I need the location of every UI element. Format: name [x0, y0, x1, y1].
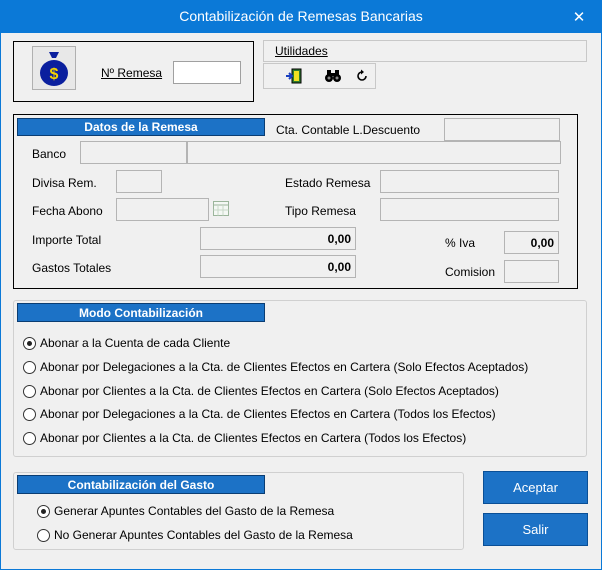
gastos-totales-input[interactable]: 0,00 — [200, 255, 356, 278]
fecha-abono-label: Fecha Abono — [32, 204, 103, 218]
tipo-remesa-label: Tipo Remesa — [285, 204, 356, 218]
refresh-icon[interactable] — [351, 65, 373, 87]
binoculars-icon[interactable] — [322, 65, 344, 87]
modo-option-label: Abonar por Clientes a la Cta. de Cliente… — [40, 431, 467, 445]
modo-option-label: Abonar por Delegaciones a la Cta. de Cli… — [40, 360, 529, 374]
calendar-icon[interactable] — [212, 199, 230, 217]
estado-label: Estado Remesa — [285, 176, 371, 190]
comision-input[interactable] — [504, 260, 559, 283]
importe-total-label: Importe Total — [32, 233, 102, 247]
iva-label: % Iva — [445, 236, 476, 250]
modo-option-label: Abonar por Clientes a la Cta. de Cliente… — [40, 384, 499, 398]
radio-button[interactable] — [23, 360, 36, 374]
window-title: Contabilización de Remesas Bancarias — [179, 8, 423, 24]
comision-label: Comision — [445, 265, 496, 279]
importe-total-input[interactable]: 0,00 — [200, 227, 356, 250]
fecha-abono-input[interactable] — [116, 198, 209, 221]
salir-button[interactable]: Salir — [483, 513, 588, 546]
gasto-option-1[interactable]: No Generar Apuntes Contables del Gasto d… — [37, 528, 353, 542]
datos-remesa-title: Datos de la Remesa — [17, 118, 265, 136]
aceptar-button[interactable]: Aceptar — [483, 471, 588, 504]
utilidades-menu[interactable]: Utilidades — [263, 40, 587, 62]
estado-input[interactable] — [380, 170, 559, 193]
radio-button[interactable] — [23, 384, 36, 398]
gasto-option-0[interactable]: Generar Apuntes Contables del Gasto de l… — [37, 504, 334, 518]
remesa-label: Nº Remesa — [101, 66, 163, 80]
radio-button[interactable] — [23, 431, 36, 445]
money-bag-icon: $ — [32, 46, 76, 90]
exit-door-icon[interactable] — [283, 65, 305, 87]
tipo-remesa-input[interactable] — [380, 198, 559, 221]
cta-contable-input[interactable] — [444, 118, 560, 141]
utilidades-label: Utilidades — [275, 44, 328, 58]
modo-option-4[interactable]: Abonar por Clientes a la Cta. de Cliente… — [23, 431, 466, 445]
svg-text:$: $ — [50, 66, 59, 83]
gasto-title: Contabilización del Gasto — [17, 475, 265, 494]
modo-option-1[interactable]: Abonar por Delegaciones a la Cta. de Cli… — [23, 360, 528, 374]
close-button[interactable]: ✕ — [556, 0, 602, 33]
window-frame-left — [0, 33, 1, 570]
gasto-option-label: Generar Apuntes Contables del Gasto de l… — [54, 504, 335, 518]
radio-button[interactable] — [23, 336, 36, 350]
iva-input[interactable]: 0,00 — [504, 231, 559, 254]
cta-contable-label: Cta. Contable L.Descuento — [276, 123, 421, 137]
modo-option-label: Abonar a la Cuenta de cada Cliente — [40, 336, 231, 350]
divisa-input[interactable] — [116, 170, 162, 193]
gasto-option-label: No Generar Apuntes Contables del Gasto d… — [54, 528, 353, 542]
modo-option-2[interactable]: Abonar por Clientes a la Cta. de Cliente… — [23, 384, 499, 398]
banco-label: Banco — [32, 147, 67, 161]
title-bar: Contabilización de Remesas Bancarias ✕ — [0, 0, 602, 33]
radio-button[interactable] — [37, 504, 50, 518]
modo-option-3[interactable]: Abonar por Delegaciones a la Cta. de Cli… — [23, 407, 496, 421]
modo-option-label: Abonar por Delegaciones a la Cta. de Cli… — [40, 407, 496, 421]
radio-button[interactable] — [23, 407, 36, 421]
divisa-label: Divisa Rem. — [32, 176, 97, 190]
gastos-totales-label: Gastos Totales — [32, 261, 112, 275]
remesa-input[interactable] — [173, 61, 241, 84]
modo-contabilizacion-title: Modo Contabilización — [17, 303, 265, 322]
radio-button[interactable] — [37, 528, 50, 542]
banco-name-input[interactable] — [187, 141, 561, 164]
modo-option-0[interactable]: Abonar a la Cuenta de cada Cliente — [23, 336, 230, 350]
banco-code-input[interactable] — [80, 141, 187, 164]
